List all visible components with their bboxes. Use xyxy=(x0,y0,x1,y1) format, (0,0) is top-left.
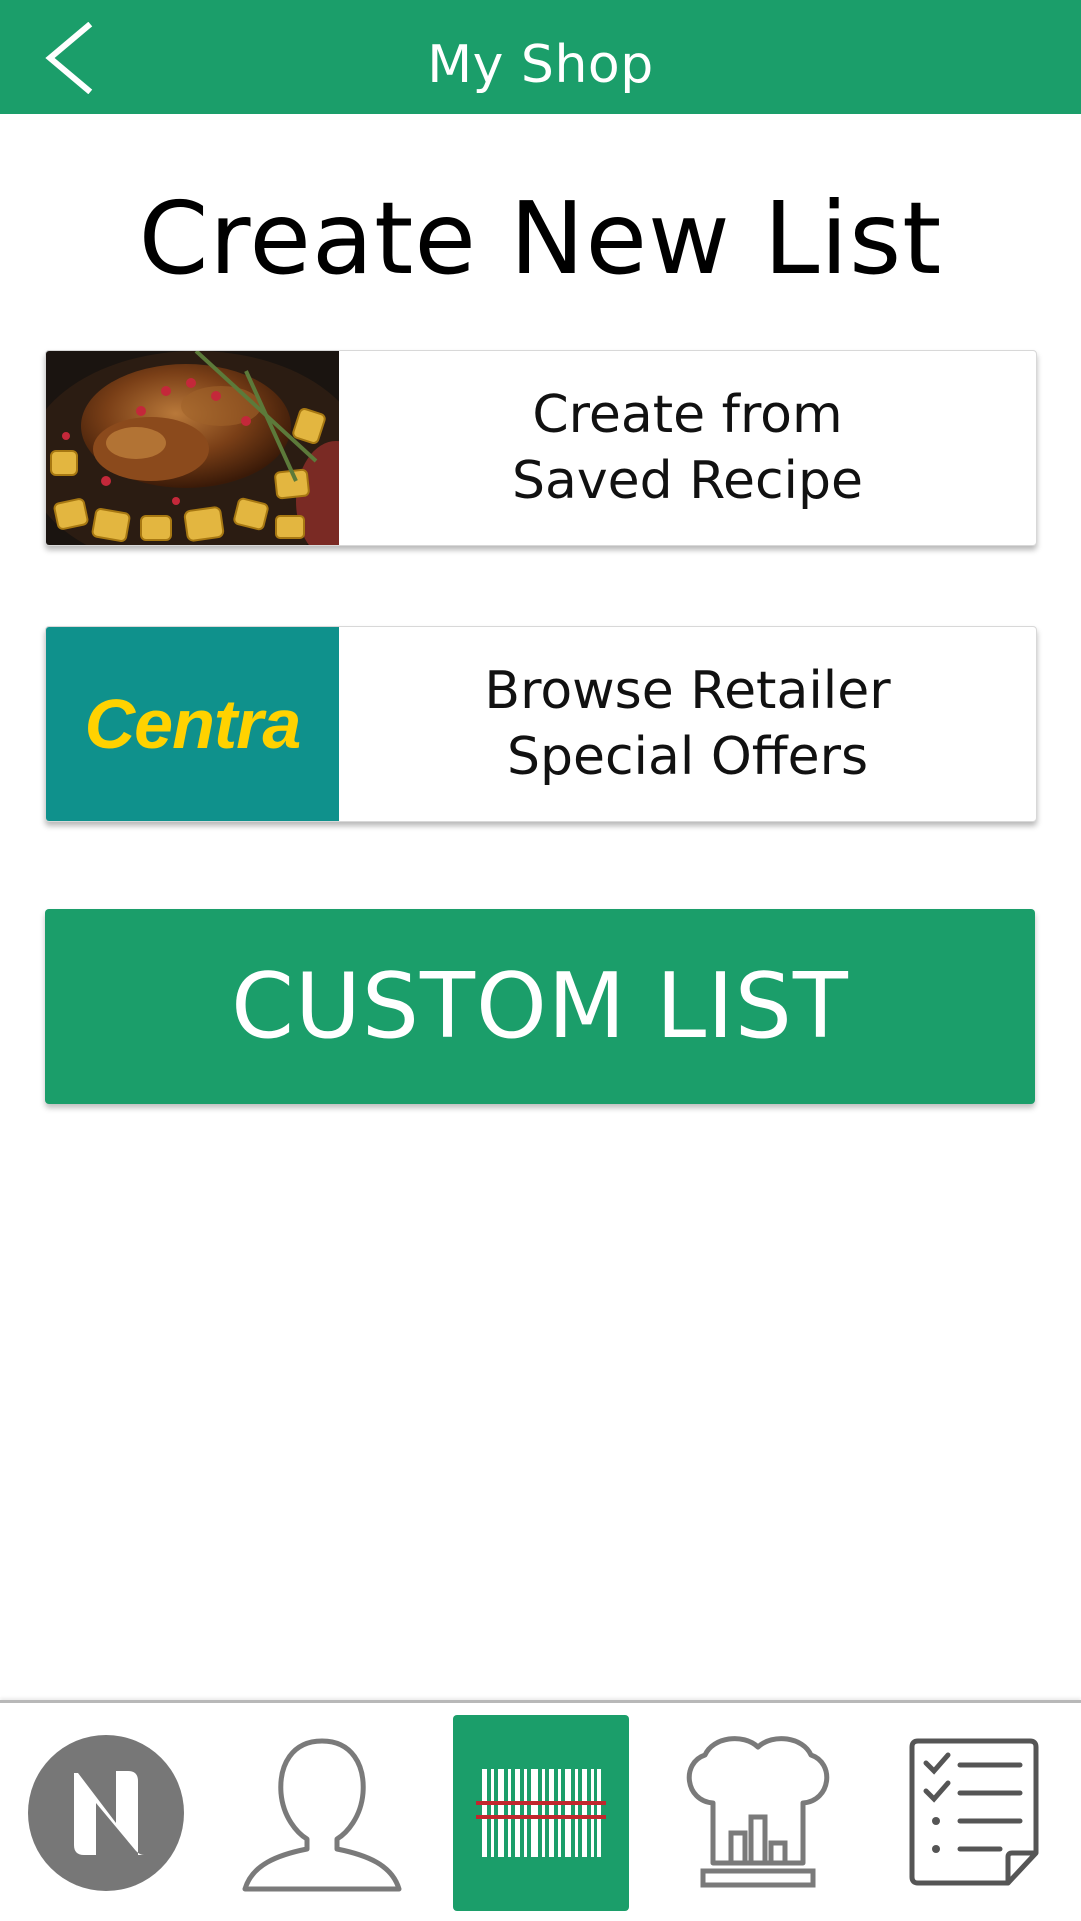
header-title: My Shop xyxy=(427,35,654,95)
app-logo-icon xyxy=(28,1735,184,1891)
nav-lists[interactable] xyxy=(886,1715,1062,1911)
chef-hat-icon xyxy=(686,1736,830,1888)
barcode-scan-icon xyxy=(476,1769,606,1857)
nav-scan[interactable] xyxy=(453,1715,629,1911)
page-title: Create New List xyxy=(138,180,943,297)
nav-profile[interactable] xyxy=(234,1715,410,1911)
option-label: Create from Saved Recipe xyxy=(339,351,1036,545)
profile-icon xyxy=(242,1738,402,1892)
app-header: My Shop xyxy=(0,0,1081,114)
option-label-line2: Saved Recipe xyxy=(512,451,863,511)
option-label-line1: Browse Retailer xyxy=(484,661,891,721)
checklist-icon xyxy=(909,1738,1039,1886)
centra-logo-text: Centra xyxy=(84,685,302,763)
centra-logo: Centra xyxy=(46,627,339,821)
custom-list-button[interactable]: CUSTOM LIST xyxy=(45,909,1035,1104)
browse-offers-button[interactable]: Centra Browse Retailer Special Offers xyxy=(45,626,1037,822)
nav-home[interactable] xyxy=(18,1715,194,1911)
nav-recipes[interactable] xyxy=(670,1715,846,1911)
option-label: Browse Retailer Special Offers xyxy=(339,627,1036,821)
my-shop-screen: My Shop Create New List Create from Save… xyxy=(0,0,1081,1921)
option-label-line1: Create from xyxy=(532,385,843,445)
roast-chicken-image xyxy=(46,351,339,545)
create-from-recipe-button[interactable]: Create from Saved Recipe xyxy=(45,350,1037,546)
option-label-line2: Special Offers xyxy=(506,727,869,787)
bottom-nav xyxy=(0,1700,1081,1921)
